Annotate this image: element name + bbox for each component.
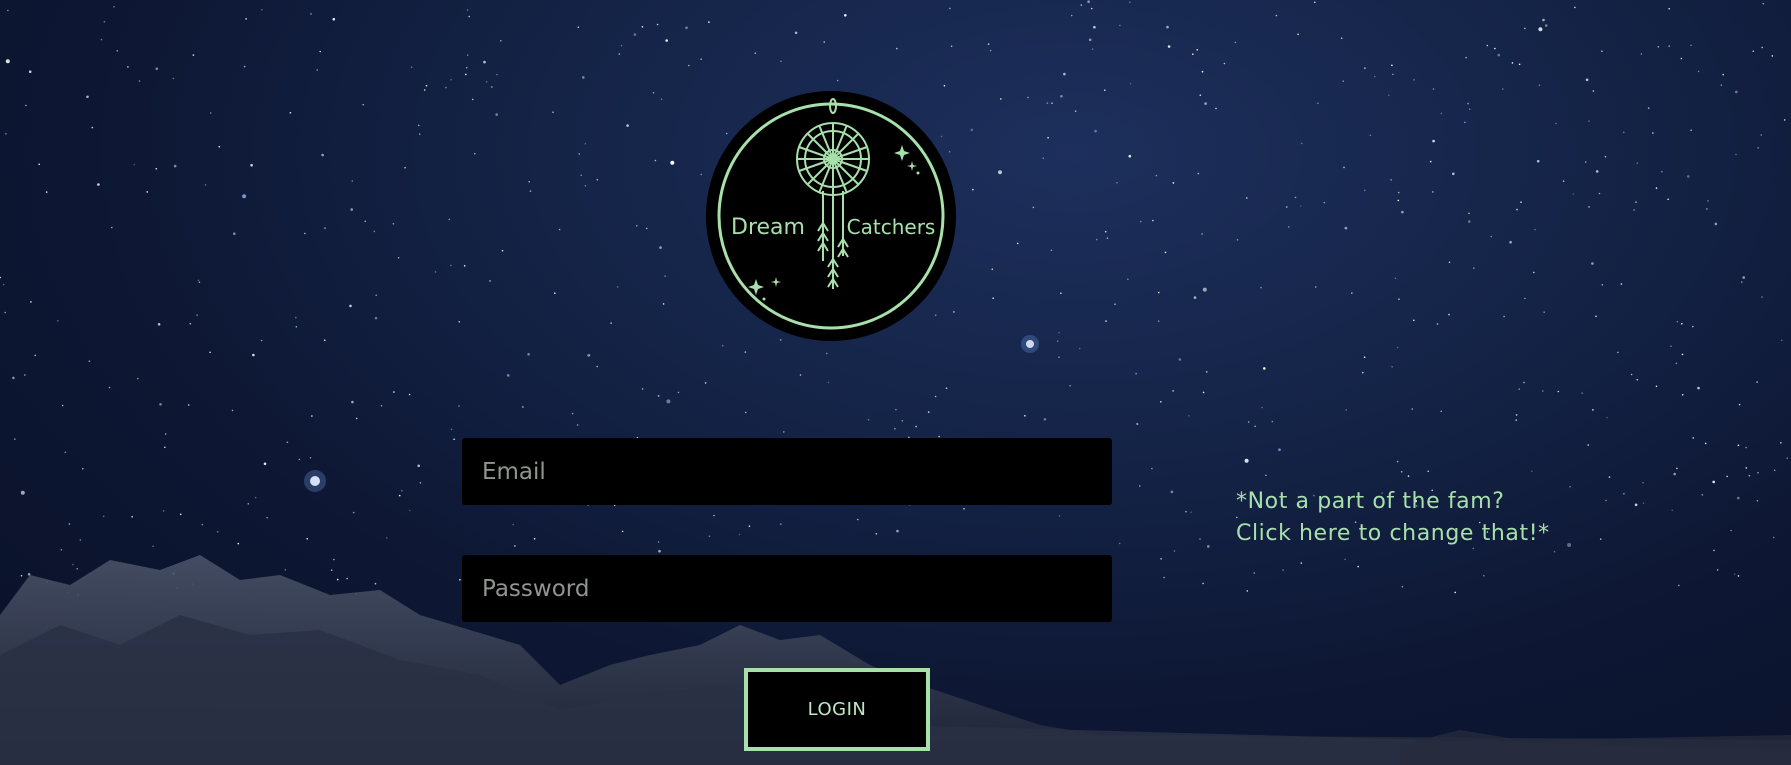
signup-line-2: Click here to change that!*	[1236, 521, 1550, 546]
logo-left-text: Dream	[731, 215, 805, 240]
signup-line-1: *Not a part of the fam?	[1236, 489, 1505, 514]
password-input[interactable]	[462, 555, 1112, 622]
email-input[interactable]	[462, 438, 1112, 505]
signup-link[interactable]: *Not a part of the fam? Click here to ch…	[1236, 486, 1596, 550]
logo-right-text: Catchers	[847, 215, 936, 239]
dreamcatcher-logo: Dream Catchers	[706, 91, 956, 341]
login-button[interactable]: LOGIN	[744, 668, 930, 751]
login-page: Dream Catchers LOGIN *Not a part of the …	[0, 0, 1791, 765]
